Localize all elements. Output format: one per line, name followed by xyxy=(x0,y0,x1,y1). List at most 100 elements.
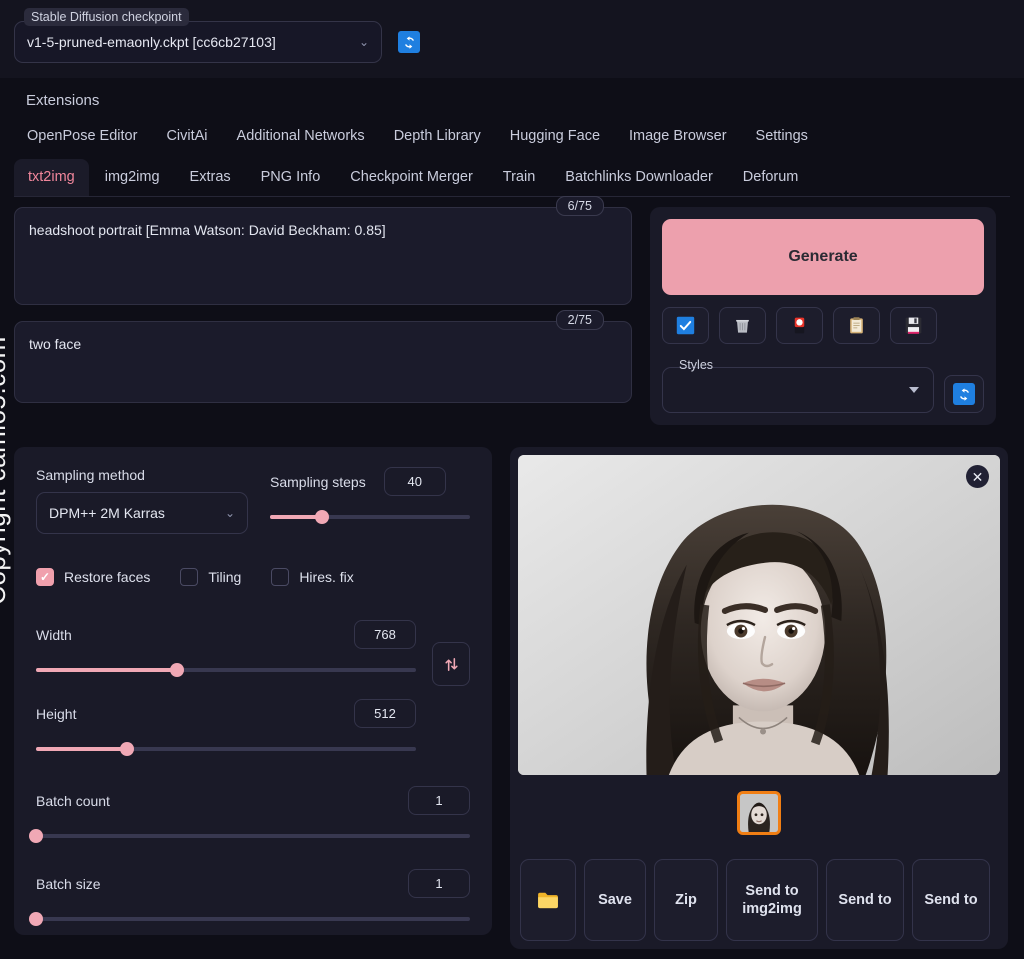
send-to-inpaint-button[interactable]: Send to xyxy=(826,859,904,941)
refresh-styles-button[interactable] xyxy=(944,375,984,413)
prompt-tools-row xyxy=(662,307,984,344)
generate-button[interactable]: Generate xyxy=(662,219,984,295)
slider-knob[interactable] xyxy=(120,742,135,756)
output-buttons-row: Save Zip Send to img2img Send to Send to xyxy=(518,859,1000,941)
nav-item-civitai[interactable]: CivitAi xyxy=(153,119,220,153)
txt2img-panel: 6/75 headshoot portrait [Emma Watson: Da… xyxy=(0,196,1024,949)
sampling-steps-slider[interactable] xyxy=(270,510,470,524)
restore-progress-button[interactable] xyxy=(662,307,709,344)
positive-prompt-box: 6/75 headshoot portrait [Emma Watson: Da… xyxy=(14,196,632,305)
negative-prompt-input[interactable]: two face xyxy=(14,321,632,403)
generated-portrait-image xyxy=(518,455,1000,775)
checkpoint-value: v1-5-pruned-emaonly.ckpt [cc6cb27103] xyxy=(27,34,276,50)
lower-area: Sampling method DPM++ 2M Karras ⌄ Sampli… xyxy=(14,425,1010,949)
sampling-steps-value[interactable]: 40 xyxy=(383,467,446,496)
feature-checkboxes: Restore faces Tiling Hires. fix xyxy=(36,568,470,586)
slider-knob[interactable] xyxy=(169,663,184,677)
nav-extensions-label: Extensions xyxy=(26,92,100,109)
zip-button[interactable]: Zip xyxy=(654,859,718,941)
result-image[interactable]: ✕ xyxy=(518,455,1000,775)
restore-faces-checkbox[interactable]: Restore faces xyxy=(36,568,150,586)
clear-prompt-button[interactable] xyxy=(719,307,766,344)
nav-item-additional-networks[interactable]: Additional Networks xyxy=(224,119,378,153)
thumbnail-strip xyxy=(518,775,1000,849)
sampling-method-select[interactable]: DPM++ 2M Karras ⌄ xyxy=(36,492,248,534)
send-to-img2img-button[interactable]: Send to img2img xyxy=(726,859,818,941)
sampler-line: Sampling method DPM++ 2M Karras ⌄ Sampli… xyxy=(36,467,470,534)
batch-count-label: Batch count xyxy=(36,792,110,809)
negative-prompt-box: 2/75 two face xyxy=(14,310,632,403)
batch-block: Batch count 1 Batch size 1 xyxy=(29,786,470,926)
styles-legend: Styles xyxy=(679,358,714,372)
thumbnail-image xyxy=(740,794,778,832)
swap-vertical-icon xyxy=(444,657,458,671)
negative-token-counter: 2/75 xyxy=(555,310,604,330)
checkpoint-bar: Stable Diffusion checkpoint v1-5-pruned-… xyxy=(0,0,1024,78)
styles-row: Styles xyxy=(662,358,984,413)
width-slider[interactable] xyxy=(36,663,416,677)
sampling-steps-field: Sampling steps 40 xyxy=(270,467,470,524)
nav-item-settings[interactable]: Settings xyxy=(743,119,821,153)
trash-icon xyxy=(736,319,749,333)
send-to-extras-button[interactable]: Send to xyxy=(912,859,990,941)
save-style-button[interactable] xyxy=(890,307,937,344)
sampling-steps-label: Sampling steps xyxy=(270,473,366,490)
tab-extras[interactable]: Extras xyxy=(176,159,245,196)
slider-knob[interactable] xyxy=(315,510,329,524)
batch-count-value[interactable]: 1 xyxy=(408,786,470,815)
swap-dimensions-button[interactable] xyxy=(432,642,470,686)
nav-item-depth-library[interactable]: Depth Library xyxy=(381,119,494,153)
width-label: Width xyxy=(36,626,72,643)
tab-png-info[interactable]: PNG Info xyxy=(247,159,335,196)
output-panel: ✕ Save Zip Send to img2img Send to Send … xyxy=(510,447,1008,949)
chevron-down-icon xyxy=(909,387,919,393)
height-value[interactable]: 512 xyxy=(354,699,416,728)
generation-settings-panel: Sampling method DPM++ 2M Karras ⌄ Sampli… xyxy=(14,447,492,935)
tab-checkpoint-merger[interactable]: Checkpoint Merger xyxy=(336,159,487,196)
prompt-area: 6/75 headshoot portrait [Emma Watson: Da… xyxy=(14,196,1010,425)
nav-item-hugging-face[interactable]: Hugging Face xyxy=(497,119,613,153)
checkpoint-legend: Stable Diffusion checkpoint xyxy=(24,8,189,26)
tab-train[interactable]: Train xyxy=(489,159,550,196)
tiling-checkbox[interactable]: Tiling xyxy=(180,568,241,586)
tiling-label: Tiling xyxy=(208,569,242,585)
checkpoint-select[interactable]: v1-5-pruned-emaonly.ckpt [cc6cb27103] ⌄ xyxy=(14,21,382,63)
batch-count-field: Batch count 1 xyxy=(29,786,470,843)
batch-size-field: Batch size 1 xyxy=(29,869,470,926)
prompt-column: 6/75 headshoot portrait [Emma Watson: Da… xyxy=(14,196,632,419)
tab-txt2img[interactable]: txt2img xyxy=(14,159,89,196)
tab-img2img[interactable]: img2img xyxy=(91,159,174,196)
close-image-button[interactable]: ✕ xyxy=(966,465,989,488)
refresh-icon xyxy=(404,35,414,49)
open-folder-button[interactable] xyxy=(520,859,576,941)
dimensions-block: Width 768 Height 512 xyxy=(36,620,470,756)
positive-token-counter: 6/75 xyxy=(555,196,604,216)
save-button[interactable]: Save xyxy=(584,859,646,941)
height-label: Height xyxy=(36,705,77,722)
batch-size-slider[interactable] xyxy=(29,912,470,926)
width-value[interactable]: 768 xyxy=(354,620,416,649)
chevron-down-icon: ⌄ xyxy=(358,35,369,49)
sampling-method-label: Sampling method xyxy=(36,467,145,483)
refresh-checkpoint-button[interactable] xyxy=(398,31,420,53)
checkpoint-field: Stable Diffusion checkpoint v1-5-pruned-… xyxy=(14,8,382,63)
positive-prompt-input[interactable]: headshoot portrait [Emma Watson: David B… xyxy=(14,207,632,305)
apply-style-button[interactable] xyxy=(833,307,880,344)
batch-size-value[interactable]: 1 xyxy=(408,869,470,898)
nav-item-openpose-editor[interactable]: OpenPose Editor xyxy=(14,119,150,153)
chevron-down-icon: ⌄ xyxy=(224,506,235,520)
hires-fix-checkbox[interactable]: Hires. fix xyxy=(271,568,354,586)
batch-count-slider[interactable] xyxy=(29,829,470,843)
slider-knob[interactable] xyxy=(29,829,43,843)
height-slider[interactable] xyxy=(36,742,416,756)
tab-deforum[interactable]: Deforum xyxy=(729,159,813,196)
slider-knob[interactable] xyxy=(29,912,43,926)
navigation: Extensions OpenPose Editor CivitAi Addit… xyxy=(0,78,1024,197)
nav-item-image-browser[interactable]: Image Browser xyxy=(616,119,740,153)
folder-icon xyxy=(538,892,558,909)
result-thumbnail[interactable] xyxy=(737,791,781,835)
hires-fix-label: Hires. fix xyxy=(299,569,354,585)
extra-networks-button[interactable] xyxy=(776,307,823,344)
main-tabs: txt2img img2img Extras PNG Info Checkpoi… xyxy=(14,159,1010,197)
tab-batchlinks-downloader[interactable]: Batchlinks Downloader xyxy=(551,159,727,196)
